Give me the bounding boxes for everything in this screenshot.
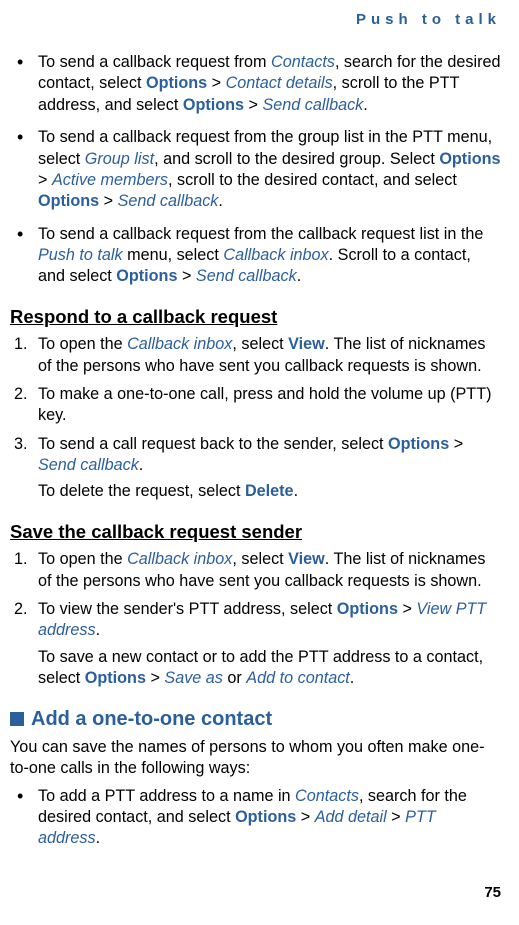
add-contact-heading: Add a one-to-one contact (10, 706, 501, 732)
list-item: To send a callback request from Contacts… (10, 52, 501, 116)
running-header: Push to talk (356, 10, 501, 30)
list-item: To add a PTT address to a name in Contac… (10, 786, 501, 850)
square-bullet-icon (10, 712, 24, 726)
step-item: To view the sender's PTT address, select… (10, 599, 501, 690)
page-number: 75 (484, 883, 501, 903)
step-item: To send a call request back to the sende… (10, 434, 501, 503)
step-item: To open the Callback inbox, select View.… (10, 549, 501, 592)
respond-section-title: Respond to a callback request (10, 305, 501, 329)
step-item: To open the Callback inbox, select View.… (10, 334, 501, 377)
add-contact-intro: You can save the names of persons to who… (10, 737, 501, 780)
list-item: To send a callback request from the call… (10, 224, 501, 288)
top-bullet-list: To send a callback request from Contacts… (10, 52, 501, 288)
add-bullet-list: To add a PTT address to a name in Contac… (10, 786, 501, 850)
respond-steps: To open the Callback inbox, select View.… (10, 334, 501, 503)
save-steps: To open the Callback inbox, select View.… (10, 549, 501, 689)
list-item: To send a callback request from the grou… (10, 127, 501, 213)
save-section-title: Save the callback request sender (10, 520, 501, 544)
page-content: To send a callback request from Contacts… (10, 52, 501, 850)
step-item: To make a one-to-one call, press and hol… (10, 384, 501, 427)
add-contact-heading-text: Add a one-to-one contact (31, 708, 272, 730)
